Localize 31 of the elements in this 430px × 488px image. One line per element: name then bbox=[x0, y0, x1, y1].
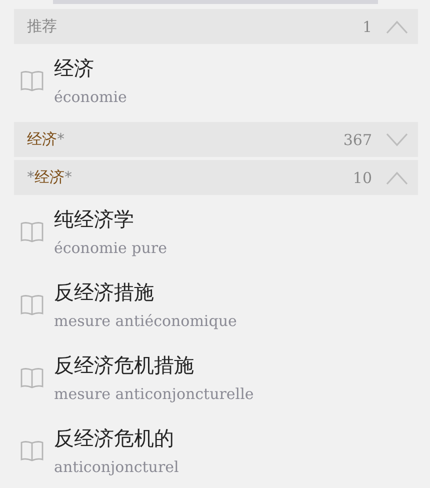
result-count: 1 bbox=[362, 18, 372, 36]
entry-word: 反经济措施 bbox=[54, 280, 155, 304]
section-title: 推荐 bbox=[27, 17, 58, 36]
entry-translation: économie bbox=[54, 88, 127, 106]
expand-icon[interactable] bbox=[386, 132, 408, 146]
section-title: 经济* bbox=[27, 130, 66, 149]
dictionary-entry[interactable]: 反经济措施 mesure antiéconomique bbox=[14, 268, 418, 341]
book-icon bbox=[20, 366, 44, 388]
dictionary-entry[interactable]: 反经济危机的 anticonjoncturel bbox=[14, 414, 418, 487]
entry-word: 经济 bbox=[54, 56, 95, 80]
collapse-icon[interactable] bbox=[386, 170, 408, 184]
book-icon bbox=[20, 294, 44, 316]
section-header[interactable]: *经济* 10 bbox=[14, 160, 418, 195]
result-count: 10 bbox=[352, 168, 372, 186]
book-icon bbox=[20, 220, 44, 242]
result-count: 367 bbox=[343, 130, 372, 148]
entry-translation: économie pure bbox=[54, 238, 167, 256]
section-title: *经济* bbox=[27, 168, 73, 187]
entry-translation: mesure antiéconomique bbox=[54, 312, 237, 330]
dictionary-entry[interactable]: 纯经济学 économie pure bbox=[14, 195, 418, 268]
dictionary-entry[interactable]: 经济 économie bbox=[14, 44, 418, 117]
entry-word: 纯经济学 bbox=[54, 206, 135, 230]
entry-translation: anticonjoncturel bbox=[54, 458, 179, 476]
dictionary-entry[interactable]: 反经济危机措施 mesure anticonjoncturelle bbox=[14, 341, 418, 414]
collapse-icon[interactable] bbox=[386, 20, 408, 34]
book-icon bbox=[20, 70, 44, 92]
entry-translation: mesure anticonjoncturelle bbox=[54, 384, 254, 402]
entry-word: 反经济危机措施 bbox=[54, 352, 195, 376]
section-header[interactable]: 经济* 367 bbox=[14, 122, 418, 157]
entry-word: 反经济危机的 bbox=[54, 426, 175, 450]
book-icon bbox=[20, 440, 44, 462]
